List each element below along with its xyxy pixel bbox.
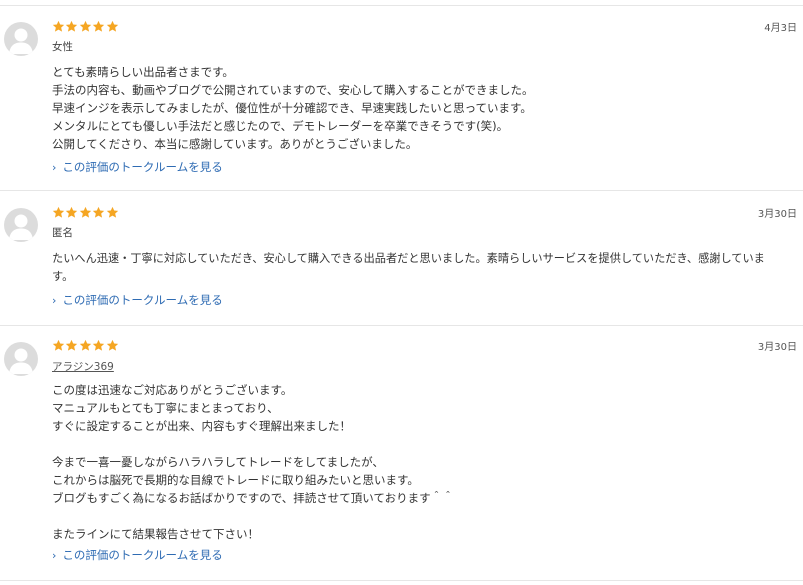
avatar[interactable]	[4, 22, 38, 56]
user-avatar-icon	[9, 348, 33, 374]
star-icon	[106, 206, 119, 219]
review-text-line: 早速インジを表示してみましたが、優位性が十分確認でき、早速実践したいと思っていま…	[52, 101, 532, 115]
review-text-line: す。	[52, 270, 74, 283]
review-date: 3月30日	[757, 342, 797, 353]
star-icon	[79, 206, 92, 219]
reviewer-name-link[interactable]: アラジン369	[52, 359, 114, 374]
review-text-line: これからは脳死で長期的な目線でトレードに取り組みたいと思います。	[52, 473, 419, 487]
talkroom-link-label[interactable]: この評価のトークルームを見る	[62, 547, 222, 563]
review-text-line: 公開してくださり、本当に感謝しています。ありがとうございました。	[52, 137, 418, 151]
talkroom-link-label[interactable]: この評価のトークルームを見る	[62, 159, 222, 175]
star-icon	[65, 206, 78, 219]
star-rating	[52, 206, 119, 220]
review-date: 4月3日	[764, 23, 797, 34]
review-text-line: メンタルにとても優しい手法だと感じたので、デモトレーダーを卒業できそうです(笑)…	[52, 119, 509, 133]
review-body: とても素晴らしい出品者さまです。 手法の内容も、動画やブログで公開されていますの…	[52, 63, 797, 153]
review-body: たいへん迅速・丁寧に対応していただき、安心して購入できる出品者だと思いました。素…	[52, 250, 797, 286]
review-text-line: すぐに設定することが出来、内容もすぐ理解出来ました！	[52, 419, 351, 433]
talkroom-link-label[interactable]: この評価のトークルームを見る	[62, 292, 222, 308]
star-rating	[52, 339, 119, 353]
star-icon	[65, 20, 78, 33]
star-icon	[79, 20, 92, 33]
star-icon	[92, 20, 105, 33]
reviewer-name: 匿名	[52, 227, 73, 239]
review-date: 3月30日	[757, 209, 797, 220]
avatar[interactable]	[4, 342, 38, 376]
review-text-line: またラインにて結果報告させて下さい！	[52, 527, 259, 541]
avatar[interactable]	[4, 208, 38, 242]
chevron-right-icon: ›	[52, 548, 57, 562]
star-rating	[52, 20, 119, 34]
review-text-line: たいへん迅速・丁寧に対応していただき、安心して購入できる出品者だと思いました。素…	[52, 252, 765, 265]
talkroom-link[interactable]: › この評価のトークルームを見る	[52, 159, 223, 175]
review-text-line: 今まで一喜一憂しながらハラハラしてトレードをしてましたが、	[52, 455, 384, 469]
chevron-right-icon: ›	[52, 293, 57, 307]
user-avatar-icon	[9, 214, 33, 240]
review-text-line: 手法の内容も、動画やブログで公開されていますので、安心して購入することができまし…	[52, 83, 534, 97]
star-icon	[79, 339, 92, 352]
star-icon	[106, 339, 119, 352]
star-icon	[52, 206, 65, 219]
review-text-line	[52, 435, 797, 453]
reviewer-name: 女性	[52, 41, 73, 53]
review-text-line: この度は迅速なご対応ありがとうございます。	[52, 383, 293, 397]
chevron-right-icon: ›	[52, 160, 57, 174]
review-item: 4月3日 女性 とても素晴らしい出品者さまです。 手法の内容も、動画やブログで公…	[0, 0, 803, 190]
star-icon	[92, 339, 105, 352]
review-item: 3月30日 アラジン369 この度は迅速なご対応ありがとうございます。 マニュア…	[0, 326, 803, 581]
review-body: この度は迅速なご対応ありがとうございます。 マニュアルもとても丁寧にまとまってお…	[52, 381, 797, 543]
star-icon	[52, 20, 65, 33]
talkroom-link[interactable]: › この評価のトークルームを見る	[52, 292, 223, 308]
talkroom-link[interactable]: › この評価のトークルームを見る	[52, 547, 223, 563]
review-item: 3月30日 匿名 たいへん迅速・丁寧に対応していただき、安心して購入できる出品者…	[0, 191, 803, 325]
review-text-line: マニュアルもとても丁寧にまとまっており、	[52, 401, 279, 415]
user-avatar-icon	[9, 28, 33, 54]
review-text-line: ブログもすごく為になるお話ばかりですので、拝読させて頂いております＾＾	[52, 491, 454, 505]
star-icon	[65, 339, 78, 352]
star-icon	[106, 20, 119, 33]
review-text-line	[52, 507, 797, 525]
review-text-line: とても素晴らしい出品者さまです。	[52, 65, 234, 79]
star-icon	[52, 339, 65, 352]
review-divider	[0, 580, 803, 581]
star-icon	[92, 206, 105, 219]
